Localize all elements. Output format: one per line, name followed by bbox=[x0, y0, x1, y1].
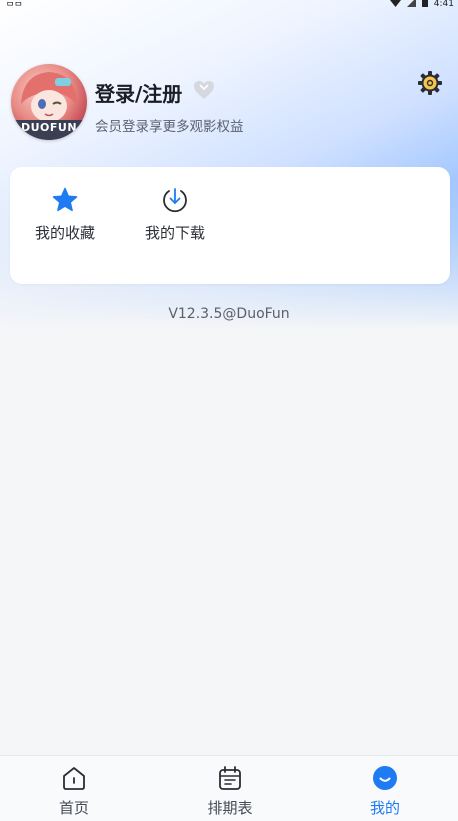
tab-mine[interactable]: 我的 bbox=[325, 756, 445, 821]
tab-mine-label: 我的 bbox=[369, 799, 400, 817]
avatar[interactable]: DUOFUN bbox=[11, 64, 87, 140]
tab-schedule[interactable]: 排期表 bbox=[170, 756, 290, 821]
shortcut-card: 我的收藏 我的下载 bbox=[10, 167, 450, 284]
signal-icon bbox=[406, 0, 416, 10]
home-icon bbox=[63, 767, 85, 790]
wifi-icon bbox=[389, 0, 401, 10]
vip-heart-icon bbox=[194, 81, 214, 99]
tab-schedule-label: 排期表 bbox=[207, 799, 253, 817]
settings-gear-icon[interactable] bbox=[417, 70, 443, 96]
avatar-logo-text: DUOFUN bbox=[20, 121, 78, 134]
favorites-label: 我的收藏 bbox=[34, 224, 95, 242]
battery-icon bbox=[421, 0, 428, 10]
bottom-tab-bar: 首页 排期表 我的 bbox=[0, 755, 458, 821]
profile-icon bbox=[373, 766, 397, 790]
login-register-link[interactable]: 登录/注册 bbox=[95, 78, 182, 107]
status-bar: ᄆᄆ 4:41 bbox=[0, 0, 458, 12]
notification-icons: ᄆᄆ bbox=[6, 2, 23, 12]
star-icon bbox=[52, 187, 78, 212]
version-text: V12.3.5@DuoFun bbox=[168, 306, 290, 322]
downloads-button[interactable]: 我的下载 bbox=[135, 185, 215, 255]
download-icon bbox=[163, 188, 187, 213]
tab-home-label: 首页 bbox=[58, 799, 89, 817]
clock: 4:41 bbox=[433, 0, 454, 9]
status-icons: 4:41 bbox=[389, 0, 454, 10]
calendar-icon bbox=[219, 766, 241, 790]
favorites-button[interactable]: 我的收藏 bbox=[25, 185, 105, 255]
tab-home[interactable]: 首页 bbox=[14, 756, 134, 821]
login-subtitle: 会员登录享更多观影权益 bbox=[95, 119, 244, 135]
downloads-label: 我的下载 bbox=[144, 224, 205, 242]
